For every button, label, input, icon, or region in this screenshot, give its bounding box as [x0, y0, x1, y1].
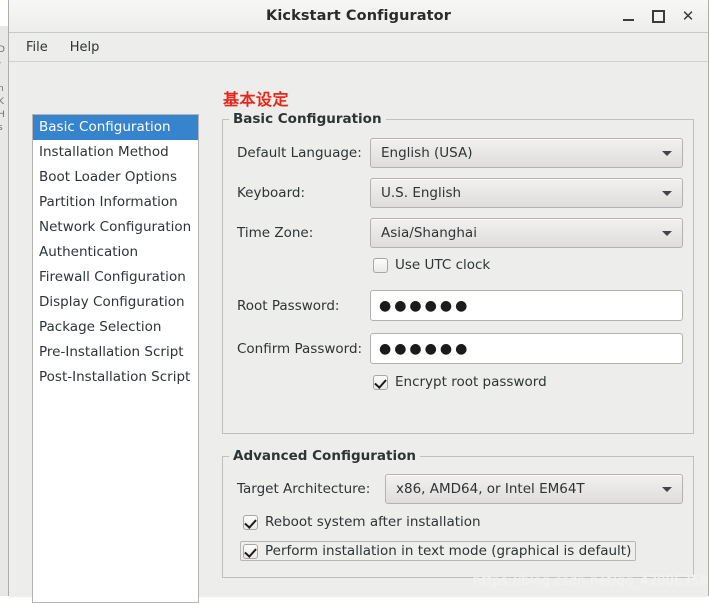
menu-item-help[interactable]: Help	[61, 37, 109, 58]
close-button[interactable]: ✕	[674, 3, 702, 29]
reboot-after-installation-label: Reboot system after installation	[265, 514, 481, 530]
encrypt-root-password-label: Encrypt root password	[395, 374, 547, 390]
time-zone-select[interactable]: Asia/Shanghai	[370, 218, 683, 248]
close-icon: ✕	[681, 6, 695, 25]
desktop-background: D - . n K H s Kickstart Configurator ✕ F…	[0, 0, 709, 603]
text-mode-installation-checkbox[interactable]: Perform installation in text mode (graph…	[240, 541, 637, 561]
confirm-password-input[interactable]: ●●●●●●	[370, 333, 683, 364]
target-architecture-label: Target Architecture:	[237, 481, 371, 497]
settings-pane: 基本设定 Basic Configuration Default Languag…	[214, 86, 694, 586]
minimize-button[interactable]	[614, 3, 642, 29]
sidebar-item-package-selection[interactable]: Package Selection	[33, 315, 198, 340]
use-utc-clock-label: Use UTC clock	[395, 257, 491, 273]
confirm-password-label: Confirm Password:	[237, 340, 363, 357]
use-utc-clock-checkbox[interactable]: Use UTC clock	[373, 257, 490, 273]
basic-configuration-group: Basic Configuration Default Language: En…	[222, 111, 694, 434]
time-zone-row: Time Zone: Asia/Shanghai	[237, 218, 683, 248]
kickstart-configurator-window: Kickstart Configurator ✕ File Help Basic…	[8, 0, 709, 603]
title-bar[interactable]: Kickstart Configurator ✕	[9, 0, 708, 33]
checkbox-checked-icon	[243, 514, 258, 530]
checkbox-icon	[373, 257, 388, 273]
keyboard-row: Keyboard: U.S. English	[237, 178, 683, 208]
sidebar-item-display-configuration[interactable]: Display Configuration	[33, 290, 198, 315]
advanced-configuration-group: Advanced Configuration Target Architectu…	[222, 448, 694, 578]
window-controls: ✕	[614, 0, 702, 32]
time-zone-label: Time Zone:	[237, 225, 314, 241]
chevron-down-icon	[662, 487, 672, 492]
watermark: https://blog.csdn.net/qq_42006358	[473, 574, 708, 589]
configuration-section-list[interactable]: Basic Configuration Installation Method …	[32, 114, 199, 603]
maximize-icon	[651, 9, 665, 23]
root-password-value: ●●●●●●	[379, 297, 471, 314]
sidebar-item-boot-loader-options[interactable]: Boot Loader Options	[33, 165, 198, 190]
maximize-button[interactable]	[644, 3, 672, 29]
sidebar-item-basic-configuration[interactable]: Basic Configuration	[33, 115, 198, 140]
window-title: Kickstart Configurator	[265, 8, 451, 24]
sidebar-item-authentication[interactable]: Authentication	[33, 240, 198, 265]
window-content: Basic Configuration Installation Method …	[9, 62, 708, 603]
sidebar-item-firewall-configuration[interactable]: Firewall Configuration	[33, 265, 198, 290]
sidebar-item-installation-method[interactable]: Installation Method	[33, 140, 198, 165]
root-password-input[interactable]: ●●●●●●	[370, 290, 683, 321]
annotation-heading: 基本设定	[223, 90, 290, 109]
default-language-select[interactable]: English (USA)	[370, 138, 683, 168]
chevron-down-icon	[662, 231, 672, 236]
keyboard-label: Keyboard:	[237, 185, 306, 201]
confirm-password-value: ●●●●●●	[379, 340, 471, 357]
target-architecture-row: Target Architecture: x86, AMD64, or Inte…	[237, 474, 683, 504]
target-architecture-select[interactable]: x86, AMD64, or Intel EM64T	[385, 474, 683, 504]
time-zone-value: Asia/Shanghai	[381, 225, 477, 241]
sidebar-item-partition-information[interactable]: Partition Information	[33, 190, 198, 215]
chevron-down-icon	[662, 191, 672, 196]
root-password-row: Root Password: ●●●●●●	[237, 290, 683, 321]
encrypt-root-password-checkbox[interactable]: Encrypt root password	[373, 374, 547, 390]
sidebar-item-network-configuration[interactable]: Network Configuration	[33, 215, 198, 240]
minimize-icon	[622, 18, 634, 21]
target-architecture-value: x86, AMD64, or Intel EM64T	[396, 481, 585, 497]
sidebar-item-post-installation-script[interactable]: Post-Installation Script	[33, 365, 198, 390]
sidebar-item-pre-installation-script[interactable]: Pre-Installation Script	[33, 340, 198, 365]
default-language-value: English (USA)	[381, 145, 473, 161]
checkbox-checked-icon	[373, 374, 388, 390]
checkbox-checked-icon	[243, 543, 258, 559]
root-password-label: Root Password:	[237, 297, 340, 314]
default-language-row: Default Language: English (USA)	[237, 138, 683, 168]
keyboard-select[interactable]: U.S. English	[370, 178, 683, 208]
chevron-down-icon	[662, 151, 672, 156]
default-language-label: Default Language:	[237, 145, 362, 161]
text-mode-installation-label: Perform installation in text mode (graph…	[265, 543, 632, 559]
advanced-configuration-group-title: Advanced Configuration	[229, 448, 420, 464]
reboot-after-installation-checkbox[interactable]: Reboot system after installation	[243, 514, 481, 530]
confirm-password-row: Confirm Password: ●●●●●●	[237, 333, 683, 364]
menu-item-file[interactable]: File	[17, 37, 57, 58]
menu-bar: File Help	[9, 33, 708, 62]
keyboard-value: U.S. English	[381, 185, 462, 201]
basic-configuration-group-title: Basic Configuration	[229, 111, 386, 127]
